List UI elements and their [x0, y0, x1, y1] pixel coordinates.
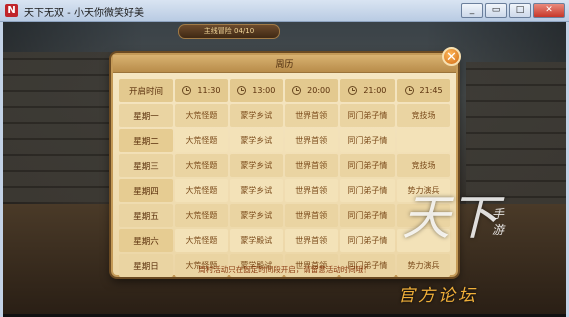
day-row: 星期六 大荒怪题 蒙学殿试 世界首领 同门弟子情 [119, 229, 450, 252]
event-cell[interactable]: 同门弟子情 [339, 204, 396, 227]
day-label: 星期一 [119, 104, 173, 127]
event-cell[interactable]: 同门弟子情 [339, 179, 396, 202]
window-title: 天下无双 - 小天你微笑好美 [24, 8, 144, 19]
event-cell[interactable]: 竞技场 [397, 104, 450, 127]
event-cell[interactable]: 蒙学乡试 [229, 204, 283, 227]
app-icon: N [5, 4, 18, 17]
time-cell: 11:30 [175, 79, 228, 102]
time-header-row: 开启时间 11:30 13:00 20:00 21:00 21:45 [119, 79, 450, 102]
watermark-subtitle: 手游 [492, 207, 505, 237]
panel-header: 周历 [113, 55, 456, 73]
event-cell[interactable]: 大荒怪题 [175, 179, 228, 202]
day-row: 星期四 大荒怪题 蒙学乡试 世界首领 同门弟子情 势力演兵 [119, 179, 450, 202]
event-cell[interactable]: 同门弟子情 [339, 104, 396, 127]
event-cell[interactable]: 蒙学乡试 [229, 129, 283, 152]
watermark-logo: 天下 [402, 190, 499, 246]
event-cell[interactable]: 大荒怪题 [175, 229, 228, 252]
window-title-bar: N 天下无双 - 小天你微笑好美 _ ▭ □ ✕ [0, 0, 569, 22]
stone-wall-left [3, 52, 113, 202]
event-cell[interactable]: 竞技场 [397, 154, 450, 177]
window-controls: _ ▭ □ ✕ [461, 3, 565, 18]
close-window-button[interactable]: ✕ [533, 3, 565, 18]
event-cell[interactable]: 世界首领 [284, 204, 338, 227]
event-cell[interactable]: 大荒怪题 [175, 104, 228, 127]
event-cell[interactable]: 蒙学乡试 [229, 154, 283, 177]
time-cell: 20:00 [284, 79, 338, 102]
restore-button[interactable]: ▭ [485, 3, 507, 18]
maximize-button[interactable]: □ [509, 3, 531, 18]
minimize-button[interactable]: _ [461, 3, 483, 18]
event-cell[interactable]: 世界首领 [284, 229, 338, 252]
time-cell: 21:45 [397, 79, 450, 102]
event-cell[interactable]: 世界首领 [284, 104, 338, 127]
day-label: 星期三 [119, 154, 173, 177]
event-cell[interactable]: 大荒怪题 [175, 129, 228, 152]
time-cell: 13:00 [229, 79, 283, 102]
day-label: 星期五 [119, 204, 173, 227]
event-cell[interactable]: 同门弟子情 [339, 154, 396, 177]
clock-icon [292, 86, 302, 95]
clock-icon [348, 86, 358, 95]
day-row: 星期一 大荒怪题 蒙学乡试 世界首领 同门弟子情 竞技场 [119, 104, 450, 127]
day-row: 星期二 大荒怪题 蒙学乡试 世界首领 同门弟子情 [119, 129, 450, 152]
event-cell[interactable]: 世界首领 [284, 129, 338, 152]
event-cell[interactable]: 蒙学乡试 [229, 179, 283, 202]
event-cell[interactable]: 世界首领 [284, 179, 338, 202]
day-row: 星期三 大荒怪题 蒙学乡试 世界首领 同门弟子情 竞技场 [119, 154, 450, 177]
quest-tracker[interactable]: 主线冒险 04/10 [178, 24, 280, 39]
event-cell[interactable]: 蒙学殿试 [229, 229, 283, 252]
time-cell: 21:00 [339, 79, 396, 102]
clock-icon [404, 86, 414, 95]
event-cell [397, 129, 450, 152]
close-panel-button[interactable]: ✕ [442, 47, 461, 66]
event-cell[interactable]: 大荒怪题 [175, 154, 228, 177]
event-cell[interactable]: 同门弟子情 [339, 229, 396, 252]
open-time-label: 开启时间 [119, 79, 173, 102]
activity-footnote: 周村活动只在固定时间段开启，请留意活动时间哦！ [198, 265, 371, 274]
event-cell[interactable]: 蒙学乡试 [229, 104, 283, 127]
event-cell[interactable]: 同门弟子情 [339, 129, 396, 152]
panel-title: 周历 [275, 60, 294, 70]
day-label: 星期二 [119, 129, 173, 152]
clock-icon [237, 86, 247, 95]
watermark-forum: 官方论坛 [398, 286, 478, 306]
day-label: 星期四 [119, 179, 173, 202]
event-cell[interactable]: 大荒怪题 [175, 204, 228, 227]
day-row: 星期五 大荒怪题 蒙学乡试 世界首领 同门弟子情 [119, 204, 450, 227]
day-label: 星期六 [119, 229, 173, 252]
clock-icon [182, 86, 192, 95]
event-cell[interactable]: 世界首领 [284, 154, 338, 177]
